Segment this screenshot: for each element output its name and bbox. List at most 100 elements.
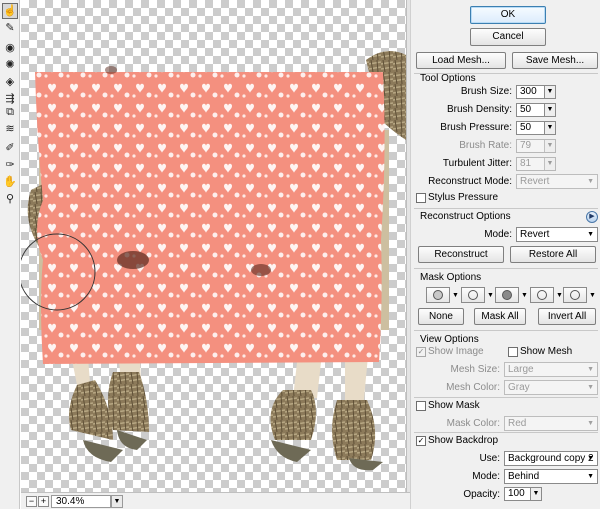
mesh-size-label: Mesh Size: bbox=[450, 364, 500, 375]
front-hoof-left-tip bbox=[83, 440, 123, 462]
back-fur-right bbox=[332, 400, 376, 460]
stylus-pressure-box[interactable] bbox=[416, 192, 426, 203]
invert-selection-dropdown-icon[interactable]: ▼ bbox=[589, 292, 596, 299]
turbulent-jitter-label: Turbulent Jitter: bbox=[442, 158, 512, 169]
mask-color-select: Red ▼ bbox=[504, 416, 598, 431]
brush-rate-value: 79 bbox=[520, 140, 532, 151]
add-to-selection-button[interactable] bbox=[461, 287, 485, 303]
restore-all-button[interactable]: Restore All bbox=[510, 246, 596, 263]
mesh-color-dropdown-icon: ▼ bbox=[587, 384, 594, 391]
reconstruct-button[interactable]: Reconstruct bbox=[418, 246, 504, 263]
mesh-color-label: Mesh Color: bbox=[446, 382, 500, 393]
reconstruct-options-mode-dropdown-icon[interactable]: ▼ bbox=[587, 228, 594, 241]
reconstruct-options-expand-icon[interactable]: ▶ bbox=[586, 211, 598, 223]
thaw-mask-tool-icon[interactable]: ✑ bbox=[2, 157, 18, 173]
show-mask-checkbox[interactable]: Show Mask bbox=[416, 400, 480, 411]
brush-size-label: Brush Size: bbox=[460, 86, 512, 97]
mask-none-button[interactable]: None bbox=[418, 308, 464, 325]
backdrop-mode-dropdown-icon[interactable]: ▼ bbox=[587, 470, 594, 483]
zoom-out-button[interactable]: − bbox=[26, 496, 37, 507]
pucker-tool-icon[interactable]: ✺ bbox=[2, 57, 18, 73]
subtract-from-selection-icon bbox=[502, 290, 512, 300]
subtract-from-selection-dropdown-icon[interactable]: ▼ bbox=[521, 292, 528, 299]
mesh-size-select: Large ▼ bbox=[504, 362, 598, 377]
tool-options-title: Tool Options bbox=[420, 73, 476, 84]
brush-pressure-dropdown-icon[interactable]: ▼ bbox=[544, 122, 555, 134]
invert-selection-button[interactable] bbox=[563, 287, 587, 303]
mesh-size-value: Large bbox=[508, 364, 534, 375]
back-hoof-left bbox=[271, 440, 311, 462]
opacity-field[interactable]: 100 ▼ bbox=[504, 487, 542, 501]
image-canvas[interactable] bbox=[21, 0, 406, 492]
liquify-preview bbox=[21, 51, 406, 471]
mask-hole bbox=[105, 66, 117, 74]
mask-all-button[interactable]: Mask All bbox=[474, 308, 526, 325]
reconstruct-options-title: Reconstruct Options bbox=[420, 211, 511, 222]
reconstruct-options-mode-value: Revert bbox=[520, 229, 550, 240]
twirl-clockwise-tool-icon[interactable]: ◉ bbox=[2, 40, 18, 56]
stylus-pressure-checkbox[interactable]: Stylus Pressure bbox=[416, 192, 498, 203]
intersect-selection-dropdown-icon[interactable]: ▼ bbox=[556, 292, 563, 299]
backdrop-mode-label: Mode: bbox=[472, 471, 500, 482]
divider bbox=[414, 397, 598, 398]
zoom-level-field[interactable]: 30.4% bbox=[51, 495, 111, 508]
replace-selection-dropdown-icon[interactable]: ▼ bbox=[452, 292, 459, 299]
reconstruct-tool-icon[interactable]: ✎ bbox=[2, 20, 18, 36]
backdrop-use-dropdown-icon[interactable]: ▼ bbox=[587, 452, 594, 465]
reconstruct-mode-label-2: Mode: bbox=[484, 229, 512, 240]
replace-selection-button[interactable] bbox=[426, 287, 450, 303]
forward-warp-tool-icon[interactable]: ☝ bbox=[2, 3, 18, 19]
mesh-color-select: Gray ▼ bbox=[504, 380, 598, 395]
turbulent-jitter-field: 81 ▼ bbox=[516, 157, 556, 171]
zoom-in-button[interactable]: + bbox=[38, 496, 49, 507]
bloat-tool-icon[interactable]: ◈ bbox=[2, 74, 18, 90]
use-label: Use: bbox=[479, 453, 500, 464]
show-mesh-checkbox[interactable]: Show Mesh bbox=[508, 346, 572, 357]
brush-pressure-value: 50 bbox=[520, 122, 532, 133]
reconstruct-mode-dropdown-icon: ▼ bbox=[587, 178, 594, 185]
save-mesh-button[interactable]: Save Mesh... bbox=[512, 52, 598, 69]
load-mesh-button[interactable]: Load Mesh... bbox=[416, 52, 506, 69]
brush-density-value: 50 bbox=[520, 104, 532, 115]
opacity-value: 100 bbox=[508, 488, 525, 499]
subtract-from-selection-button[interactable] bbox=[495, 287, 519, 303]
backdrop-use-select[interactable]: Background copy 2 ▼ bbox=[504, 451, 598, 466]
zoom-tool-icon[interactable]: ⚲ bbox=[2, 191, 18, 207]
show-mask-box[interactable] bbox=[416, 400, 426, 411]
show-image-box: ✓ bbox=[416, 346, 426, 357]
brush-size-dropdown-icon[interactable]: ▼ bbox=[544, 86, 555, 98]
intersect-selection-button[interactable] bbox=[530, 287, 554, 303]
mask-color-dropdown-icon: ▼ bbox=[587, 420, 594, 427]
reconstruct-options-mode-select[interactable]: Revert ▼ bbox=[516, 227, 598, 242]
turbulence-tool-icon[interactable]: ≋ bbox=[2, 121, 18, 137]
front-fur-right bbox=[108, 372, 149, 432]
brush-density-dropdown-icon[interactable]: ▼ bbox=[544, 104, 555, 116]
brush-size-value: 300 bbox=[520, 86, 537, 97]
front-hoof-left bbox=[69, 380, 113, 440]
show-backdrop-box[interactable]: ✓ bbox=[416, 435, 426, 446]
brush-density-field[interactable]: 50 ▼ bbox=[516, 103, 556, 117]
divider bbox=[414, 330, 598, 331]
reconstruct-mode-label: Reconstruct Mode: bbox=[428, 176, 512, 187]
show-mesh-box[interactable] bbox=[508, 346, 518, 357]
invert-all-button[interactable]: Invert All bbox=[538, 308, 596, 325]
turbulent-jitter-value: 81 bbox=[520, 158, 532, 169]
show-mask-label: Show Mask bbox=[428, 400, 480, 411]
tools-toolbar: ☝ ✎ ◉ ✺ ◈ ⇶ ⧉ ≋ ✐ ✑ ✋ ⚲ bbox=[0, 0, 20, 509]
ok-button[interactable]: OK bbox=[470, 6, 546, 24]
brush-size-field[interactable]: 300 ▼ bbox=[516, 85, 556, 99]
cancel-button[interactable]: Cancel bbox=[470, 28, 546, 46]
hand-tool-icon[interactable]: ✋ bbox=[2, 174, 18, 190]
zoom-dropdown-arrow-icon[interactable]: ▼ bbox=[111, 495, 123, 508]
backdrop-mode-select[interactable]: Behind ▼ bbox=[504, 469, 598, 484]
show-backdrop-checkbox[interactable]: ✓ Show Backdrop bbox=[416, 435, 498, 446]
mask-color-label: Mask Color: bbox=[446, 418, 500, 429]
freeze-mask-tool-icon[interactable]: ✐ bbox=[2, 140, 18, 156]
opacity-label: Opacity: bbox=[463, 489, 500, 500]
add-to-selection-dropdown-icon[interactable]: ▼ bbox=[487, 292, 494, 299]
opacity-dropdown-icon[interactable]: ▼ bbox=[530, 488, 541, 500]
intersect-selection-icon bbox=[537, 290, 547, 300]
mirror-tool-icon[interactable]: ⧉ bbox=[2, 104, 18, 120]
backdrop-mode-value: Behind bbox=[508, 471, 540, 482]
brush-pressure-field[interactable]: 50 ▼ bbox=[516, 121, 556, 135]
